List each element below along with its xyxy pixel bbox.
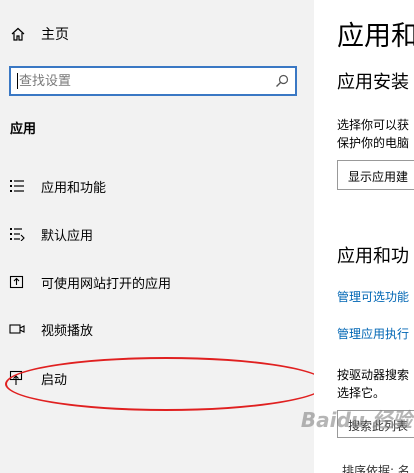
sidebar-item-label: 视频播放 xyxy=(41,323,94,339)
main-content: 应用和 应用安装 选择你可以获 保护你的电脑 显示应用建 应用和功 管理可选功能… xyxy=(314,0,414,473)
home-icon xyxy=(11,27,25,41)
sidebar-item-label: 可使用网站打开的应用 xyxy=(41,276,172,292)
default-apps-icon xyxy=(8,226,26,242)
section-heading-apps-features: 应用和功 xyxy=(337,246,409,267)
sidebar-item-label: 启动 xyxy=(41,372,68,388)
description-line: 按驱动器搜索 xyxy=(337,368,410,382)
settings-search-box[interactable] xyxy=(9,66,297,96)
sidebar-item-startup[interactable]: 启动 xyxy=(8,367,67,389)
sidebar: 主页 应用 应用和功能 xyxy=(0,0,327,473)
manage-app-execution-link[interactable]: 管理应用执行 xyxy=(337,325,409,342)
baidu-watermark: Baidu 经验 xyxy=(300,408,412,432)
description-line: 选择它。 xyxy=(337,386,386,400)
home-nav-item[interactable]: 主页 xyxy=(10,24,69,44)
sidebar-item-video-playback[interactable]: 视频播放 xyxy=(8,318,93,340)
app-install-description: 选择你可以获 保护你的电脑 xyxy=(337,116,409,152)
description-line: 选择你可以获 xyxy=(337,118,410,132)
manage-optional-features-link[interactable]: 管理可选功能 xyxy=(337,288,409,305)
sort-by-dropdown[interactable]: 排序依据: 名 xyxy=(342,462,410,473)
page-title: 应用和 xyxy=(337,21,414,52)
description-line: 保护你的电脑 xyxy=(337,136,410,150)
settings-search-input[interactable] xyxy=(19,71,259,91)
startup-icon xyxy=(8,370,26,386)
drive-search-description: 按驱动器搜索 选择它。 xyxy=(337,366,409,402)
app-install-dropdown[interactable]: 显示应用建 xyxy=(337,160,414,190)
video-playback-icon xyxy=(8,321,26,337)
home-label: 主页 xyxy=(41,27,69,43)
sidebar-item-label: 应用和功能 xyxy=(41,180,107,196)
text-caret xyxy=(17,73,18,89)
apps-for-websites-icon xyxy=(8,274,26,290)
section-heading-app-install: 应用安装 xyxy=(337,72,409,93)
sidebar-item-label: 默认应用 xyxy=(41,228,94,244)
section-title-apps: 应用 xyxy=(10,122,37,137)
sidebar-item-apps-features[interactable]: 应用和功能 xyxy=(8,175,106,197)
apps-features-icon xyxy=(8,178,26,194)
sidebar-item-default-apps[interactable]: 默认应用 xyxy=(8,223,93,245)
sidebar-item-apps-for-websites[interactable]: 可使用网站打开的应用 xyxy=(8,271,171,293)
search-icon[interactable] xyxy=(275,74,289,88)
